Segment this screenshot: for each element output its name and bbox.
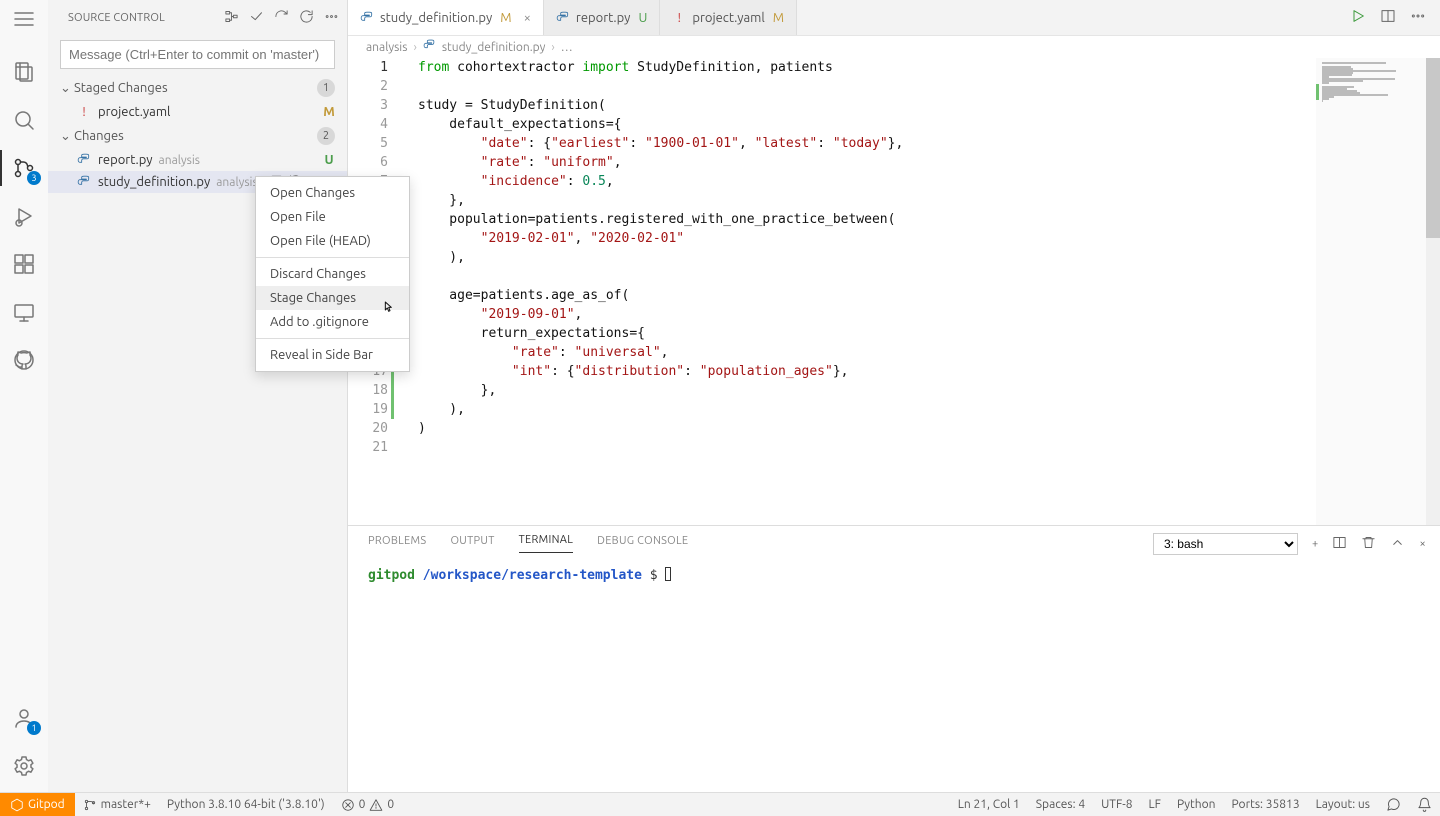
python-file-icon bbox=[76, 174, 92, 190]
remote-icon[interactable] bbox=[10, 298, 38, 326]
refresh-icon[interactable] bbox=[274, 9, 289, 27]
tab-output[interactable]: OUTPUT bbox=[450, 535, 494, 553]
encoding[interactable]: UTF-8 bbox=[1093, 798, 1140, 811]
gitpod-button[interactable]: Gitpod bbox=[0, 793, 75, 816]
extensions-icon[interactable] bbox=[10, 250, 38, 278]
menu-icon[interactable] bbox=[10, 10, 38, 28]
run-icon[interactable] bbox=[1350, 8, 1366, 27]
cm-discard-changes[interactable]: Discard Changes bbox=[256, 262, 409, 286]
yaml-file-icon: ! bbox=[672, 11, 686, 25]
activity-bar: 3 1 bbox=[0, 0, 48, 792]
tab-terminal[interactable]: TERMINAL bbox=[519, 534, 574, 553]
python-file-icon bbox=[423, 39, 436, 55]
cm-open-file[interactable]: Open File bbox=[256, 205, 409, 229]
commit-message-input[interactable] bbox=[60, 40, 335, 69]
commit-icon[interactable] bbox=[249, 9, 264, 27]
scroll-thumb[interactable] bbox=[1426, 58, 1440, 238]
run-debug-icon[interactable] bbox=[10, 202, 38, 230]
source-control-icon[interactable]: 3 bbox=[10, 154, 38, 182]
github-icon[interactable] bbox=[10, 346, 38, 374]
status-bar: Gitpod master*+ Python 3.8.10 64-bit ('3… bbox=[0, 792, 1440, 816]
accounts-badge: 1 bbox=[27, 721, 41, 735]
settings-gear-icon[interactable] bbox=[10, 752, 38, 780]
search-icon[interactable] bbox=[10, 106, 38, 134]
changed-file-row[interactable]: report.py analysis U bbox=[48, 149, 347, 171]
mouse-cursor bbox=[380, 300, 396, 316]
close-icon[interactable]: × bbox=[524, 11, 531, 25]
staged-changes-section[interactable]: ⌄ Staged Changes 1 bbox=[48, 75, 347, 101]
changes-count: 2 bbox=[317, 127, 335, 145]
status-modified: M bbox=[321, 105, 337, 119]
tab-debug-console[interactable]: DEBUG CONSOLE bbox=[597, 535, 688, 553]
minimap[interactable] bbox=[1316, 58, 1426, 525]
terminal[interactable]: gitpod /workspace/research-template $ bbox=[348, 561, 1440, 589]
terminal-cursor bbox=[665, 567, 671, 581]
indentation[interactable]: Spaces: 4 bbox=[1028, 798, 1093, 811]
split-terminal-icon[interactable] bbox=[1332, 535, 1347, 553]
chevron-right-icon: › bbox=[413, 41, 416, 54]
git-branch[interactable]: master*+ bbox=[75, 793, 159, 816]
maximize-panel-icon[interactable] bbox=[1390, 535, 1405, 553]
eol[interactable]: LF bbox=[1141, 798, 1169, 811]
python-file-icon bbox=[556, 11, 570, 25]
ports[interactable]: Ports: 35813 bbox=[1224, 798, 1308, 811]
python-file-icon bbox=[76, 152, 92, 168]
cursor-position[interactable]: Ln 21, Col 1 bbox=[950, 798, 1028, 811]
breadcrumbs[interactable]: analysis › study_definition.py › … bbox=[348, 36, 1440, 58]
notifications-icon[interactable] bbox=[1409, 797, 1440, 812]
view-as-tree-icon[interactable] bbox=[224, 9, 239, 27]
close-panel-icon[interactable]: × bbox=[1419, 538, 1426, 550]
chevron-down-icon: ⌄ bbox=[60, 129, 74, 144]
chevron-down-icon: ⌄ bbox=[60, 81, 74, 96]
language-mode[interactable]: Python bbox=[1169, 798, 1224, 811]
tab-bar: study_definition.py M × report.py U ! pr… bbox=[348, 0, 1440, 36]
kill-terminal-icon[interactable] bbox=[1361, 535, 1376, 553]
problems-status[interactable]: 0 0 bbox=[333, 793, 403, 816]
feedback-icon[interactable] bbox=[1378, 797, 1409, 812]
context-menu: Open Changes Open File Open File (HEAD) … bbox=[255, 176, 410, 372]
bottom-panel: PROBLEMS OUTPUT TERMINAL DEBUG CONSOLE 3… bbox=[348, 525, 1440, 792]
python-file-icon bbox=[360, 11, 374, 25]
staged-count: 1 bbox=[317, 79, 335, 97]
yaml-file-icon: ! bbox=[76, 104, 92, 120]
scrollbar[interactable] bbox=[1426, 58, 1440, 525]
split-editor-icon[interactable] bbox=[1380, 8, 1396, 27]
new-terminal-icon[interactable]: + bbox=[1312, 538, 1319, 550]
chevron-right-icon: › bbox=[551, 41, 554, 54]
tab-study-definition[interactable]: study_definition.py M × bbox=[348, 0, 544, 35]
tab-problems[interactable]: PROBLEMS bbox=[368, 535, 426, 553]
accounts-icon[interactable]: 1 bbox=[10, 704, 38, 732]
source-control-panel: SOURCE CONTROL ⌄ Staged Changes 1 ! proj… bbox=[48, 0, 348, 792]
staged-file-row[interactable]: ! project.yaml M bbox=[48, 101, 347, 123]
tab-report[interactable]: report.py U bbox=[544, 0, 660, 35]
scm-badge: 3 bbox=[27, 171, 41, 185]
editor: study_definition.py M × report.py U ! pr… bbox=[348, 0, 1440, 525]
more-icon[interactable] bbox=[1410, 8, 1426, 27]
panel-title: SOURCE CONTROL bbox=[56, 12, 224, 24]
keyboard-layout[interactable]: Layout: us bbox=[1308, 798, 1378, 811]
cm-reveal-sidebar[interactable]: Reveal in Side Bar bbox=[256, 343, 409, 367]
sync-icon[interactable] bbox=[299, 9, 314, 27]
cm-open-changes[interactable]: Open Changes bbox=[256, 181, 409, 205]
more-icon[interactable] bbox=[324, 9, 339, 27]
explorer-icon[interactable] bbox=[10, 58, 38, 86]
changes-section[interactable]: ⌄ Changes 2 bbox=[48, 123, 347, 149]
python-env[interactable]: Python 3.8.10 64-bit ('3.8.10') bbox=[159, 793, 333, 816]
code-content[interactable]: from cohortextractor import StudyDefinit… bbox=[418, 58, 1310, 457]
status-untracked: U bbox=[321, 153, 337, 167]
cm-open-file-head[interactable]: Open File (HEAD) bbox=[256, 229, 409, 253]
terminal-select[interactable]: 3: bash bbox=[1153, 533, 1298, 555]
tab-project-yaml[interactable]: ! project.yaml M bbox=[660, 0, 797, 35]
